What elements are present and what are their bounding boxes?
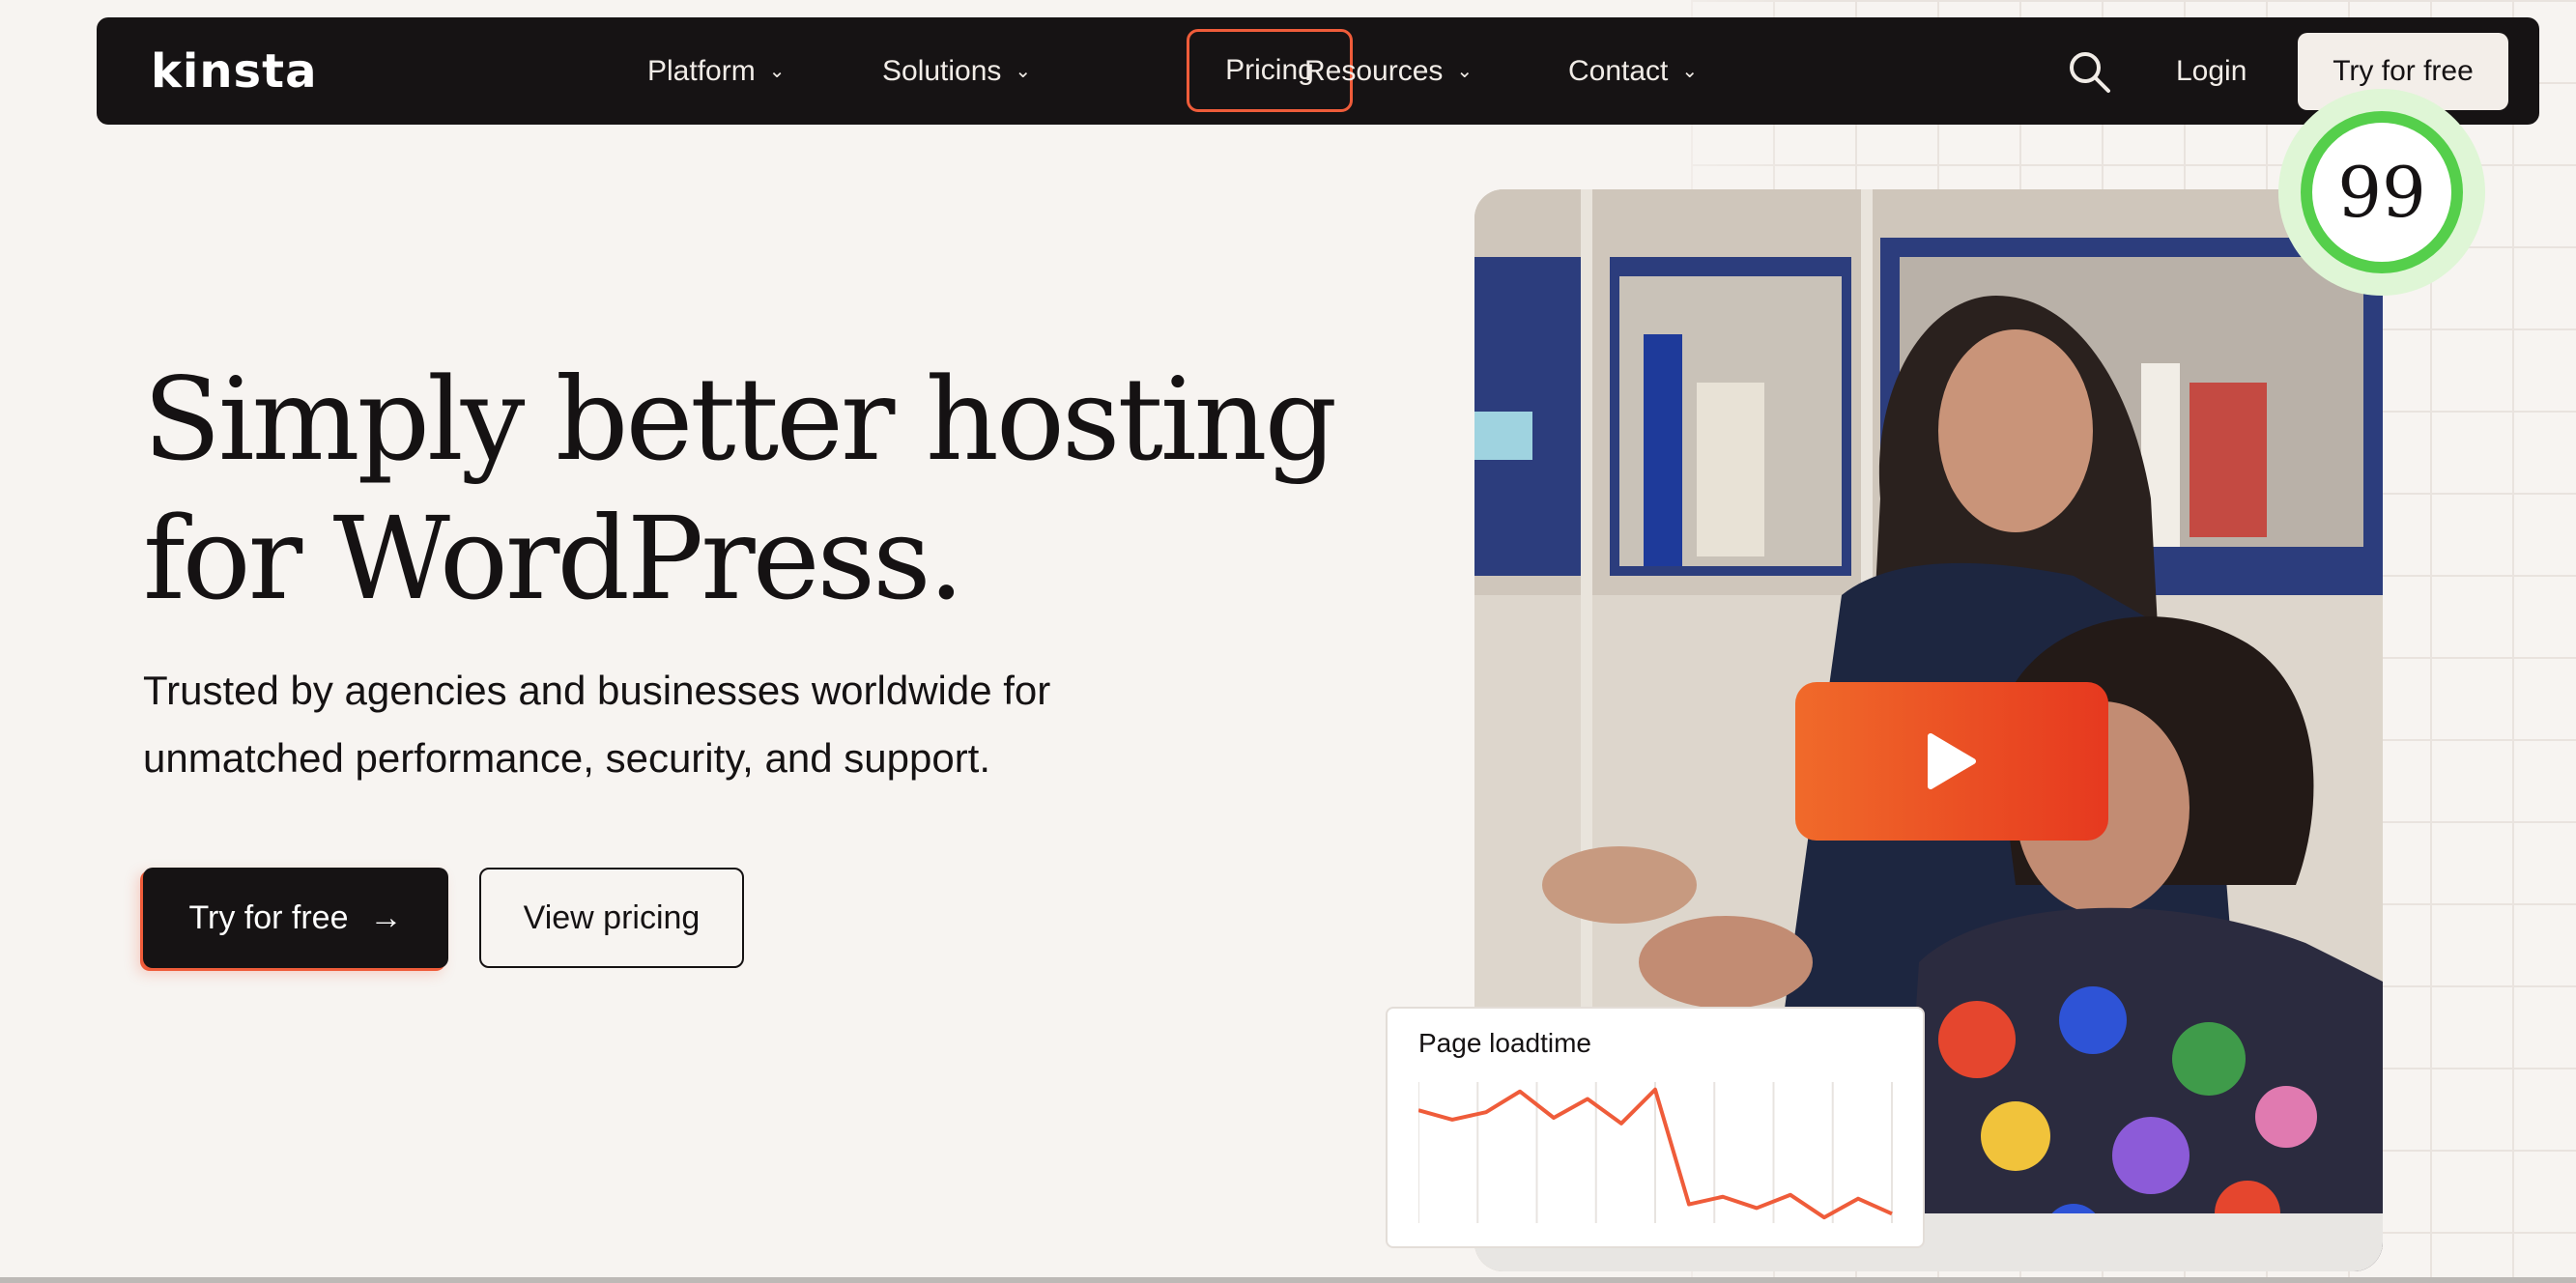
arrow-right-icon: → [369,898,403,936]
score-ring: 99 [2301,111,2463,273]
nav-contact[interactable]: Contact ⌄ [1562,44,1703,99]
loadtime-chart [1418,1082,1893,1223]
nav-resources[interactable]: Resources ⌄ [1299,44,1478,99]
search-icon[interactable] [2066,48,2112,95]
hero-title: Simply better hosting for WordPress. [143,350,1399,628]
hero-subtitle-line-1: Trusted by agencies and businesses world… [143,668,1051,713]
nav-contact-label: Contact [1568,55,1669,87]
nav-solutions-label: Solutions [882,55,1002,87]
chevron-down-icon: ⌄ [1015,61,1032,82]
chevron-down-icon: ⌄ [768,61,786,82]
hero-subtitle: Trusted by agencies and businesses world… [143,657,1225,792]
page-loadtime-card: Page loadtime [1386,1007,1925,1248]
chevron-down-icon: ⌄ [1456,61,1474,82]
play-video-button[interactable] [1795,682,2108,841]
try-free-label: Try for free [188,898,349,936]
kinsta-logo[interactable]: kinsta [151,43,317,100]
nav-solutions[interactable]: Solutions ⌄ [876,44,1037,99]
login-link[interactable]: Login [2176,44,2247,99]
play-icon [1928,733,1976,789]
nav-resources-label: Resources [1304,55,1444,87]
score-value: 99 [2337,152,2426,233]
nav-platform[interactable]: Platform ⌄ [642,44,790,99]
hero-subtitle-line-2: unmatched performance, security, and sup… [143,735,991,781]
top-navigation: kinsta Platform ⌄ Solutions ⌄ Pricing Reso… [97,17,2539,125]
chevron-down-icon: ⌄ [1681,61,1699,82]
view-pricing-button[interactable]: View pricing [479,868,744,968]
try-free-button[interactable]: Try for free → [143,868,448,968]
hero-title-line-1: Simply better hosting [143,353,1337,486]
performance-score-badge: 99 [2278,89,2485,296]
page-bottom-border [0,1277,2576,1283]
hero-title-line-2: for WordPress. [143,492,964,625]
nav-platform-label: Platform [647,55,756,87]
loadtime-title: Page loadtime [1418,1028,1592,1058]
